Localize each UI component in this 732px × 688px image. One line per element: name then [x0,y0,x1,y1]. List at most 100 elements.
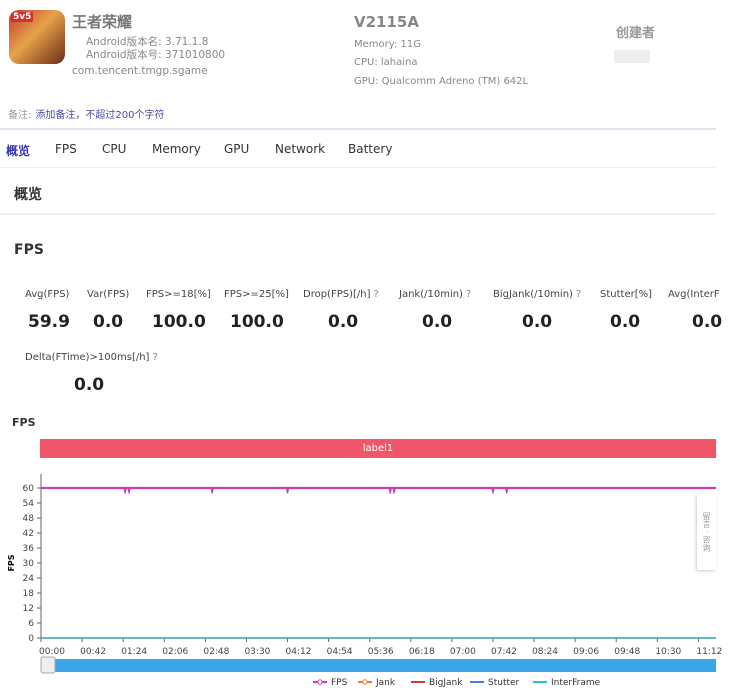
x-tick-label: 09:48 [614,647,640,657]
help-icon[interactable]: ? [374,289,379,300]
x-tick-label: 07:42 [491,647,517,657]
help-icon[interactable]: ? [152,352,157,363]
tab-memory[interactable]: Memory [152,142,201,156]
legend-item-stutter[interactable]: Stutter [488,678,520,688]
y-tick-label: 36 [23,544,35,554]
help-icon[interactable]: ? [466,289,471,300]
fps-section-title: FPS [14,242,44,258]
zoom-slider-handle[interactable] [40,656,56,674]
metric-label: Avg(FPS) [25,289,69,300]
y-axis-label: FPS [7,554,16,571]
metric-label: Jank(/10min)? [399,289,471,300]
metric-value: 0.0 [328,312,359,332]
creator-label: 创建者 [616,26,656,41]
app-icon: 5v5 [9,10,65,64]
x-tick-label: 04:12 [286,647,312,657]
metric-value: 59.9 [28,312,70,332]
tab-bar: 概览 FPS CPU Memory GPU Network Battery [0,132,716,168]
metric-label: BigJank(/10min)? [493,289,581,300]
metric-label: Drop(FPS)[/h]? [303,289,379,300]
tab-overview[interactable]: 概览 [6,142,30,159]
metric-label-text: Jank(/10min) [399,289,463,300]
metric-label-text: Drop(FPS)[/h] [303,289,371,300]
y-tick-label: 60 [23,484,35,494]
metric-label-text: BigJank(/10min) [493,289,573,300]
legend-item-fps[interactable]: FPS [331,678,348,688]
y-tick-label: 0 [28,634,34,644]
y-tick-label: 12 [23,604,34,614]
metric-value: 0.0 [422,312,453,332]
metric-label-text: Avg(FPS) [25,289,70,300]
note: 备注: 添加备注，不超过200个字符 [8,110,165,121]
device-memory: Memory: 11G [354,39,421,50]
y-tick-label: 6 [28,619,34,629]
device-cpu: CPU: lahaina [354,57,418,68]
metric-value: 0.0 [522,312,553,332]
fps-chart: 0 6 12 18 24 30 36 42 48 54 60 FPS 00:00 00:42 01:24 02… [7,474,722,688]
version-code: Android版本号: 371010800 [86,49,226,61]
metric-value: 0.0 [610,312,641,332]
creator-name-redacted [614,50,650,63]
x-tick-label: 02:48 [203,647,229,657]
y-tick-label: 18 [23,589,35,599]
x-tick-label: 03:30 [244,647,270,657]
app-header: 5v5 王者荣耀 Android版本名: 3.71.1.8 Android版本号… [0,0,716,130]
x-tick-label: 01:24 [121,647,147,657]
chart-title: FPS [12,416,36,429]
tab-cpu[interactable]: CPU [102,142,126,156]
metric-label: FPS>=25[%] [224,289,289,300]
y-tick-label: 30 [23,559,35,569]
tab-battery[interactable]: Battery [348,142,392,156]
metric-label-text: FPS>=25[%] [224,289,289,300]
metric-label-text: FPS>=18[%] [146,289,211,300]
tab-gpu[interactable]: GPU [224,142,249,156]
app-name: 王者荣耀 [72,13,133,31]
overview-section: 概览 [0,170,716,215]
metric-label: Delta(FTime)>100ms[/h]? [25,352,158,363]
x-tick-label: 02:06 [162,647,188,657]
metric-label: FPS>=18[%] [146,289,211,300]
tab-fps[interactable]: FPS [55,142,77,156]
metric-label: Var(FPS) [87,289,129,300]
feedback-tab[interactable]: 留言 · 咨询 [697,494,716,570]
label-band: label1 [40,439,716,458]
y-tick-label: 54 [23,499,35,509]
metric-value: 0.0 [692,312,723,332]
x-tick-label: 09:06 [573,647,599,657]
x-tick-label: 04:54 [327,647,353,657]
x-tick-label: 07:00 [450,647,476,657]
x-tick-label: 00:42 [80,647,106,657]
y-tick-label: 24 [23,574,35,584]
legend-marker [317,679,323,685]
device-gpu: GPU: Qualcomm Adreno (TM) 642L [354,76,529,87]
metric-label-text: Stutter[%] [600,289,653,300]
y-tick-label: 48 [23,514,35,524]
tab-network[interactable]: Network [275,142,325,156]
package-name: com.tencent.tmgp.sgame [72,65,208,77]
legend-item-bigjank[interactable]: BigJank [429,678,463,688]
legend-item-interframe[interactable]: InterFrame [551,678,601,688]
x-tick-label: 06:18 [409,647,435,657]
legend-item-jank[interactable]: Jank [375,678,396,688]
help-icon[interactable]: ? [576,289,581,300]
legend-marker [362,679,368,685]
zoom-slider-track [45,659,716,672]
metric-label: Stutter[%] [600,289,652,300]
device-model: V2115A [354,13,419,31]
metric-value: 0.0 [74,375,105,395]
overview-title: 概览 [14,187,42,203]
metric-label: Avg(InterF [668,289,720,300]
x-tick-label: 08:24 [532,647,558,657]
y-tick-label: 42 [23,529,34,539]
metric-label-text: Var(FPS) [87,289,130,300]
x-tick-label: 10:30 [655,647,681,657]
series-fps [41,486,716,492]
metric-value: 100.0 [230,312,284,332]
metric-label-text: Delta(FTime)>100ms[/h] [25,352,150,363]
x-tick-label: 05:36 [368,647,394,657]
x-tick-label: 00:00 [39,647,65,657]
metric-label-text: Avg(InterF [668,289,720,300]
x-tick-label: 11:12 [696,647,722,657]
add-note-link[interactable]: 添加备注，不超过200个字符 [35,110,164,121]
metric-value: 0.0 [93,312,124,332]
